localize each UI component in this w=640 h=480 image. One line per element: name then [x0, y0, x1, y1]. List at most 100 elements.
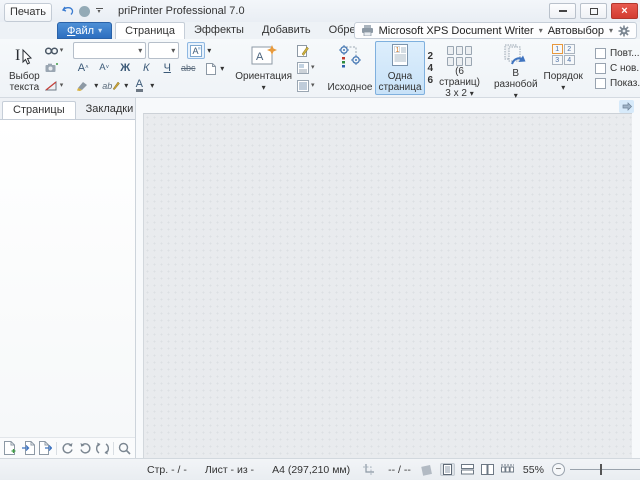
from-new-checkbox[interactable]: С нов... [595, 63, 640, 74]
chevron-down-icon[interactable]: ▾ [539, 27, 543, 35]
minimize-button[interactable] [549, 3, 576, 19]
rotate-180-icon[interactable] [96, 440, 111, 456]
svg-text:I: I [15, 47, 20, 64]
tab-page[interactable]: Страница [115, 22, 185, 39]
view-mode-single-page-icon[interactable] [440, 463, 455, 476]
highlight-button[interactable] [73, 77, 91, 94]
ribbon: I Выбор текста ▾ ▾ [0, 39, 640, 98]
pages-per-sheet-presets: 2 4 6 [425, 41, 437, 95]
tab-insert[interactable]: Добавить [253, 22, 320, 39]
orientation-button[interactable]: A Ориентация▾ [232, 41, 295, 95]
chevron-down-icon: ▾ [470, 89, 474, 98]
group-layout: Исходное 1 Одна страница 2 4 6 (6 страни… [322, 41, 486, 95]
snapshot-button[interactable] [43, 60, 66, 77]
sidebar-tab-pages[interactable]: Страницы [2, 101, 76, 119]
redo-icon[interactable] [79, 6, 90, 17]
window-controls: × [545, 3, 638, 19]
view-mode-facing-icon[interactable] [480, 463, 495, 476]
six-pages-grid-icon [447, 44, 472, 66]
tab-effects[interactable]: Эффекты [185, 22, 253, 39]
zoom-tool-icon[interactable] [117, 440, 132, 456]
rotate-ccw-icon[interactable] [78, 440, 93, 456]
chevron-down-icon[interactable]: ▾ [124, 82, 128, 90]
zoom-controls: 55% − + [420, 463, 640, 476]
rotate-cw-icon[interactable] [60, 440, 75, 456]
bold-button[interactable]: Ж [115, 59, 135, 76]
checkbox-icon [595, 78, 606, 89]
font-size-combobox[interactable]: ▾ [148, 42, 179, 59]
original-layout-icon [338, 44, 362, 68]
checkbox-icon [595, 63, 606, 74]
sidebar-tab-bookmarks[interactable]: Закладки [76, 101, 144, 119]
paper-autoselect[interactable]: Автовыбор [548, 25, 604, 37]
original-layout-button[interactable]: Исходное [325, 41, 376, 95]
measure-button[interactable]: ▾ [43, 77, 66, 94]
text-cursor-icon: I [13, 44, 35, 68]
order-grid-icon: 1234 [552, 44, 575, 65]
zoom-out-button[interactable]: − [552, 463, 565, 476]
chevron-down-icon: ▾ [98, 27, 102, 35]
status-page: Стр. - / - [138, 464, 196, 476]
view-mode-flip-icon[interactable] [420, 463, 435, 476]
printer-select[interactable]: Microsoft XPS Document Writer [379, 25, 534, 37]
print-button[interactable]: Печать [4, 3, 52, 22]
italic-button[interactable]: К [136, 59, 156, 76]
view-mode-grid-icon[interactable] [500, 463, 515, 476]
file-menu-button[interactable]: Файл▾ [57, 22, 112, 39]
chevron-down-icon: ▾ [311, 64, 315, 72]
group-order: В разнобой ▾ 1234 Порядок▾ [488, 41, 589, 95]
pages-thumbnail-panel[interactable] [0, 119, 135, 437]
chevron-down-icon[interactable]: ▾ [609, 27, 613, 35]
view-mode-continuous-icon[interactable] [460, 463, 475, 476]
page-style-button[interactable] [204, 60, 218, 77]
new-page-icon[interactable] [3, 440, 18, 456]
page-header-button[interactable]: ▾ [295, 60, 317, 77]
grow-font-button[interactable]: А˄ [73, 59, 93, 76]
shrink-font-button[interactable]: А˅ [94, 59, 114, 76]
underline-button[interactable]: Ч [157, 59, 177, 76]
font-color-button[interactable]: А [131, 77, 147, 94]
orientation-icon: A [251, 44, 277, 67]
undo-icon[interactable] [62, 5, 75, 17]
printer-icon [361, 25, 374, 36]
chevron-down-icon[interactable]: ▾ [150, 82, 154, 90]
zoom-slider-handle[interactable] [600, 464, 602, 475]
text-frame-button[interactable]: A [187, 42, 205, 59]
order-button[interactable]: 1234 Порядок▾ [541, 41, 586, 95]
six-pages-layout-button[interactable]: (6 страниц)3 x 2 ▾ [436, 41, 483, 95]
printer-settings-gear-icon[interactable] [618, 25, 630, 37]
four-pages-preset[interactable]: 4 [428, 63, 434, 74]
select-text-button[interactable]: I Выбор текста [6, 41, 43, 95]
insert-page-after-icon[interactable] [38, 440, 53, 456]
document-preview-canvas[interactable] [143, 113, 632, 458]
six-pages-preset[interactable]: 6 [428, 75, 434, 86]
chevron-down-icon[interactable]: ▾ [94, 82, 98, 90]
shuffle-button[interactable]: В разнобой ▾ [491, 41, 541, 95]
menubar: Файл▾ Страница Эффекты Добавить Обрезка … [0, 22, 640, 39]
strikethrough-button[interactable]: abc [178, 59, 198, 76]
status-paper-size: A4 (297,210 мм) [263, 464, 359, 476]
show-checkbox[interactable]: Показ... [595, 78, 640, 89]
insert-page-before-icon[interactable] [21, 440, 36, 456]
two-pages-preset[interactable]: 2 [428, 51, 434, 62]
ab-edit-button[interactable]: ab [101, 77, 121, 94]
font-name-combobox[interactable]: ▾ [73, 42, 146, 59]
chevron-down-icon[interactable]: ▾ [207, 47, 211, 55]
page-lines-button[interactable]: ▾ [295, 77, 317, 94]
customize-quick-access-icon[interactable]: ▾ [94, 8, 104, 14]
titlebar: Печать ▾ priPrinter Professional 7.0 × [0, 0, 640, 22]
app-window: Печать ▾ priPrinter Professional 7.0 × Ф… [0, 0, 640, 480]
one-page-button[interactable]: 1 Одна страница [375, 41, 424, 95]
edit-page-button[interactable] [295, 42, 317, 59]
zoom-slider[interactable] [570, 469, 640, 470]
chevron-down-icon[interactable]: ▾ [220, 65, 224, 73]
group-font: ▾ ▾ A ▾ А˄ А˅ Ж К Ч abc [70, 41, 227, 95]
repeat-checkbox[interactable]: Повт... [595, 48, 640, 59]
svg-text:1: 1 [396, 47, 400, 54]
chevron-down-icon: ▾ [311, 82, 315, 90]
find-button[interactable]: ▾ [43, 42, 66, 59]
maximize-button[interactable] [580, 3, 607, 19]
window-title: priPrinter Professional 7.0 [118, 5, 245, 17]
close-button[interactable]: × [611, 3, 638, 19]
preview-options-icon[interactable] [619, 100, 634, 113]
